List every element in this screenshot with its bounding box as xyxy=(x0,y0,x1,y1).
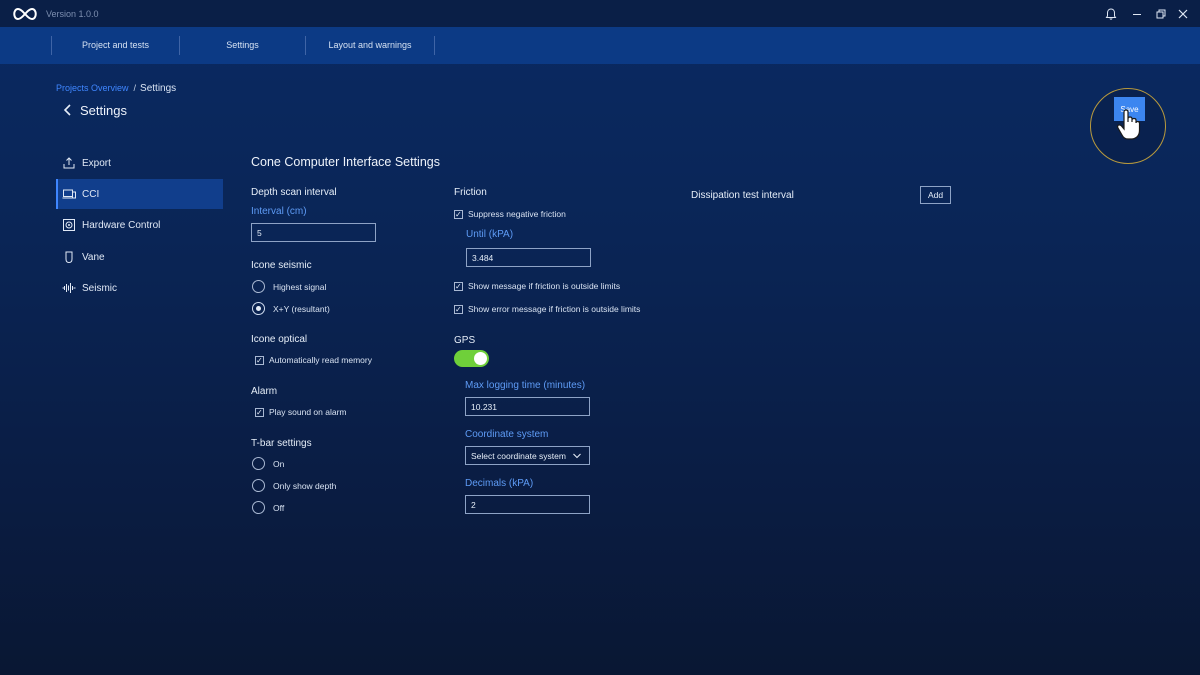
interval-input[interactable] xyxy=(251,223,376,242)
check-mark-icon: ✓ xyxy=(455,304,462,314)
radio-button[interactable] xyxy=(252,479,265,492)
friction-label: Friction xyxy=(454,187,487,198)
bell-icon[interactable] xyxy=(1104,7,1118,21)
radio-tbar-only-show-depth[interactable]: Only show depth xyxy=(252,479,336,492)
minimize-icon[interactable] xyxy=(1130,7,1144,21)
back-arrow-icon[interactable] xyxy=(62,103,74,117)
tab-layout-and-warnings[interactable]: Layout and warnings xyxy=(306,27,434,64)
sidebar-item-label: Seismic xyxy=(82,282,118,294)
radio-label: Highest signal xyxy=(273,281,327,292)
chevron-down-icon xyxy=(573,453,581,459)
close-icon[interactable] xyxy=(1176,7,1190,21)
checkbox-label: Suppress negative friction xyxy=(468,209,566,219)
radio-button[interactable] xyxy=(252,280,265,293)
check-mark-icon: ✓ xyxy=(256,355,263,365)
tab-settings[interactable]: Settings xyxy=(180,27,305,64)
breadcrumb-separator: / xyxy=(133,83,137,93)
until-kpa-input[interactable] xyxy=(466,248,591,267)
title-bar: Version 1.0.0 xyxy=(0,0,1200,27)
gps-toggle[interactable] xyxy=(454,350,489,367)
radio-button-selected[interactable] xyxy=(252,302,265,315)
radio-label: Only show depth xyxy=(273,480,337,491)
hand-cursor-icon xyxy=(1117,109,1141,140)
sidebar-item-vane[interactable]: Vane xyxy=(56,242,223,272)
alarm-label: Alarm xyxy=(251,386,278,397)
page-title: Settings xyxy=(80,102,127,118)
breadcrumb-current: Settings xyxy=(140,83,177,94)
max-logging-time-input[interactable] xyxy=(465,397,590,416)
app-logo-icon xyxy=(13,7,37,21)
restore-icon[interactable] xyxy=(1154,7,1168,21)
sidebar-item-label: CCI xyxy=(82,188,100,200)
breadcrumb-projects-overview-link[interactable]: Projects Overview xyxy=(56,83,129,93)
interval-cm-label: Interval (cm) xyxy=(251,206,307,217)
export-icon xyxy=(63,157,75,169)
check-mark-icon: ✓ xyxy=(256,407,263,417)
version-label: Version 1.0.0 xyxy=(46,9,99,19)
page-title-row: Settings xyxy=(62,102,127,118)
sidebar-item-label: Hardware Control xyxy=(82,219,161,231)
sidebar-item-hardware-control[interactable]: Hardware Control xyxy=(56,210,223,240)
radio-label: X+Y (resultant) xyxy=(273,303,330,314)
checkbox[interactable]: ✓ xyxy=(454,281,463,291)
checkbox-show-error-message[interactable]: ✓ Show error message if friction is outs… xyxy=(454,304,640,314)
checkbox-label: Show error message if friction is outsid… xyxy=(468,304,641,314)
checkbox[interactable]: ✓ xyxy=(454,209,463,219)
until-kpa-label: Until (kPA) xyxy=(466,229,514,240)
checkbox[interactable]: ✓ xyxy=(255,355,264,365)
sidebar-item-label: Export xyxy=(82,157,111,169)
icone-seismic-label: Icone seismic xyxy=(251,260,312,271)
top-navigation: Project and tests Settings Layout and wa… xyxy=(0,27,1200,64)
dissipation-test-interval-label: Dissipation test interval xyxy=(691,190,794,201)
checkbox-label: Play sound on alarm xyxy=(269,407,347,417)
select-value: Select coordinate system xyxy=(471,450,566,461)
gps-label: GPS xyxy=(454,335,476,346)
checkbox-show-message[interactable]: ✓ Show message if friction is outside li… xyxy=(454,281,620,291)
toggle-knob xyxy=(474,352,487,365)
hardware-icon xyxy=(63,219,75,231)
checkbox[interactable]: ✓ xyxy=(454,304,463,314)
sidebar-item-label: Vane xyxy=(82,251,105,263)
tab-project-and-tests[interactable]: Project and tests xyxy=(52,27,179,64)
radio-highest-signal[interactable]: Highest signal xyxy=(252,280,326,293)
tab-divider xyxy=(434,36,435,55)
radio-button[interactable] xyxy=(252,457,265,470)
sidebar-item-seismic[interactable]: Seismic xyxy=(56,273,223,303)
checkbox-label: Automatically read memory xyxy=(269,355,372,365)
radio-label: Off xyxy=(273,502,285,513)
radio-button[interactable] xyxy=(252,501,265,514)
decimals-kpa-label: Decimals (kPA) xyxy=(465,478,534,489)
check-mark-icon: ✓ xyxy=(455,281,462,291)
radio-tbar-off[interactable]: Off xyxy=(252,501,284,514)
checkbox-auto-read-memory[interactable]: ✓ Automatically read memory xyxy=(255,355,372,365)
radio-tbar-on[interactable]: On xyxy=(252,457,284,470)
icone-optical-label: Icone optical xyxy=(251,334,308,345)
checkbox-suppress-negative-friction[interactable]: ✓ Suppress negative friction xyxy=(454,209,566,219)
breadcrumb: Projects Overview / Settings xyxy=(56,83,176,94)
add-button[interactable]: Add xyxy=(920,186,951,204)
decimals-input[interactable] xyxy=(465,495,590,514)
radio-xy-resultant[interactable]: X+Y (resultant) xyxy=(252,302,330,315)
max-logging-time-label: Max logging time (minutes) xyxy=(465,380,586,391)
seismic-icon xyxy=(62,283,76,293)
depth-scan-interval-label: Depth scan interval xyxy=(251,187,337,198)
coordinate-system-select[interactable]: Select coordinate system xyxy=(465,446,590,465)
section-title: Cone Computer Interface Settings xyxy=(251,155,440,169)
checkbox-play-sound[interactable]: ✓ Play sound on alarm xyxy=(255,407,347,417)
computer-icon xyxy=(62,189,76,199)
coordinate-system-label: Coordinate system xyxy=(465,429,549,440)
tbar-settings-label: T-bar settings xyxy=(251,438,312,449)
vane-icon xyxy=(65,251,73,264)
checkbox-label: Show message if friction is outside limi… xyxy=(468,281,621,291)
check-mark-icon: ✓ xyxy=(455,209,462,219)
sidebar-item-export[interactable]: Export xyxy=(56,148,223,178)
radio-label: On xyxy=(273,458,285,469)
sidebar-item-cci[interactable]: CCI xyxy=(56,179,223,209)
checkbox[interactable]: ✓ xyxy=(255,407,264,417)
